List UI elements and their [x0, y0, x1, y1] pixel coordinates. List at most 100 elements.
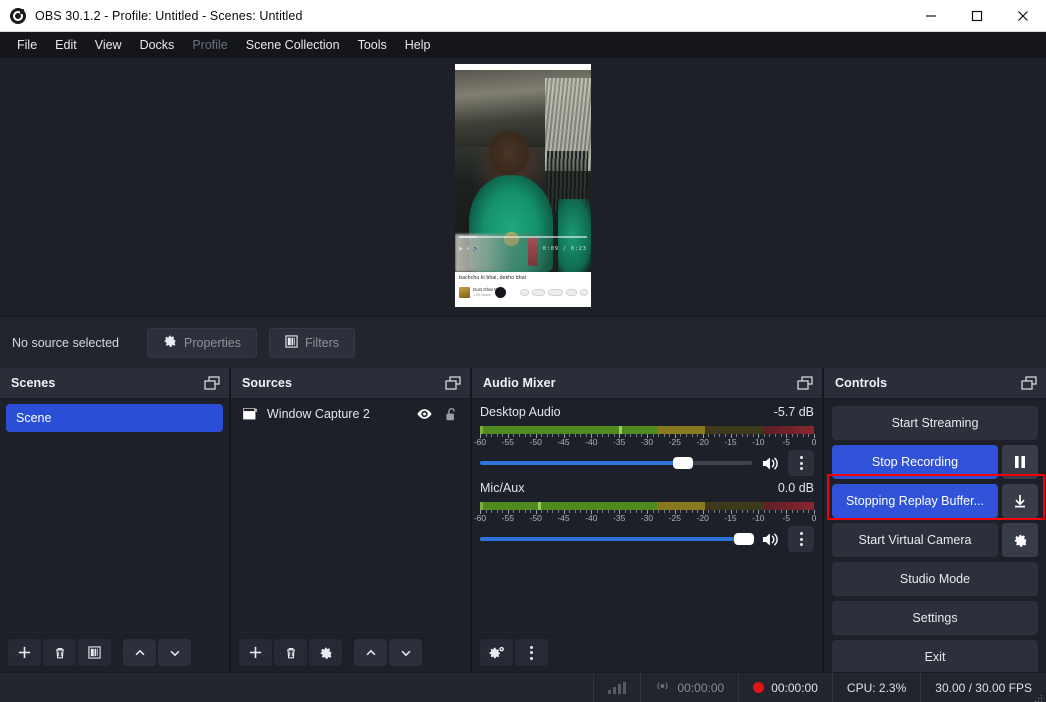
- scene-item[interactable]: Scene: [6, 404, 223, 432]
- preview-area[interactable]: ▶ ⏸ 🔊 0:09 / 0:23 bachchu ki bhai, dekho…: [0, 58, 1046, 316]
- remove-source-button[interactable]: [274, 639, 307, 666]
- start-streaming-button[interactable]: Start Streaming: [832, 406, 1038, 440]
- move-scene-up-button[interactable]: [123, 639, 156, 666]
- save-replay-button[interactable]: [1002, 484, 1038, 518]
- add-source-button[interactable]: [239, 639, 272, 666]
- track-db-value: -5.7 dB: [773, 405, 814, 419]
- status-stream-cell: 00:00:00: [640, 672, 738, 702]
- mute-toggle-icon[interactable]: [759, 455, 781, 472]
- sources-list[interactable]: Window Capture 2: [231, 399, 470, 632]
- volume-slider[interactable]: [480, 527, 754, 551]
- meter-tick-label: -55: [501, 437, 514, 447]
- minimize-button[interactable]: [908, 0, 954, 32]
- move-scene-down-button[interactable]: [158, 639, 191, 666]
- sources-float-icon[interactable]: [445, 376, 461, 390]
- meter-tick-minor: [808, 434, 810, 437]
- exit-row: Exit: [832, 640, 1038, 672]
- track-menu-button[interactable]: [788, 450, 814, 476]
- meter-tick-label: -30: [640, 437, 654, 447]
- meter-tick-minor: [685, 510, 687, 513]
- controls-float-icon[interactable]: [1021, 376, 1037, 390]
- meter-tick-minor: [596, 434, 598, 437]
- studio-mode-button[interactable]: Studio Mode: [832, 562, 1038, 596]
- replay-buffer-button[interactable]: Stopping Replay Buffer...: [832, 484, 998, 518]
- meter-tick-minor: [513, 434, 515, 437]
- source-toolbar: No source selected Properties Filters: [0, 316, 1046, 368]
- eye-icon[interactable]: [415, 408, 433, 420]
- action-pill-clip: [566, 289, 577, 296]
- preview-canvas[interactable]: ▶ ⏸ 🔊 0:09 / 0:23 bachchu ki bhai, dekho…: [455, 64, 591, 307]
- lock-open-icon[interactable]: [442, 407, 460, 422]
- meter-tick-minor: [491, 434, 493, 437]
- meter-tick-label: -50: [529, 437, 542, 447]
- maximize-button[interactable]: [954, 0, 1000, 32]
- menu-tools[interactable]: Tools: [349, 35, 396, 55]
- meter-peak-marker: [618, 426, 622, 434]
- meter-tick-label: -40: [585, 437, 598, 447]
- meter-tick-minor: [680, 510, 682, 513]
- mixer-tracks: Desktop Audio -5.7 dB -60 -55 -50 -45 -40 -35…: [472, 399, 822, 632]
- virtual-camera-row: Start Virtual Camera: [832, 523, 1038, 557]
- meter-scale: -60 -55 -50 -45 -40 -35 -30 -25 -20 -15 -10 -5 0: [474, 434, 816, 447]
- menu-view[interactable]: View: [86, 35, 131, 55]
- exit-button[interactable]: Exit: [832, 640, 1038, 672]
- meter-tick-minor: [652, 510, 654, 513]
- vertical-dots-icon: [799, 532, 803, 546]
- secondary-avatar: [495, 287, 506, 298]
- volume-slider[interactable]: [480, 451, 752, 475]
- move-source-up-button[interactable]: [354, 639, 387, 666]
- properties-button[interactable]: Properties: [147, 327, 257, 358]
- menu-edit[interactable]: Edit: [46, 35, 86, 55]
- obs-main-window: OBS 30.1.2 - Profile: Untitled - Scenes:…: [0, 0, 1046, 702]
- meter-tick-minor: [630, 510, 632, 513]
- meter-tick-minor: [624, 510, 626, 513]
- meter-tick-label: -20: [696, 513, 709, 523]
- meter-floor-marker: [480, 426, 483, 434]
- advanced-audio-properties-button[interactable]: [480, 639, 513, 666]
- move-source-down-button[interactable]: [389, 639, 422, 666]
- meter-tick-minor: [491, 510, 493, 513]
- action-pill-like: [520, 289, 529, 296]
- resize-grip[interactable]: [1034, 690, 1043, 702]
- scenes-float-icon[interactable]: [204, 376, 220, 390]
- menu-docks[interactable]: Docks: [131, 35, 184, 55]
- mixer-float-icon[interactable]: [797, 376, 813, 390]
- replay-buffer-row: Stopping Replay Buffer...: [832, 484, 1038, 518]
- meter-tick-minor: [713, 434, 715, 437]
- source-item[interactable]: Window Capture 2: [231, 399, 470, 429]
- start-virtual-camera-button[interactable]: Start Virtual Camera: [832, 523, 998, 557]
- meter-tick-minor: [546, 434, 548, 437]
- add-scene-button[interactable]: [8, 639, 41, 666]
- scenes-list[interactable]: Scene: [0, 399, 229, 632]
- filters-label: Filters: [305, 335, 340, 350]
- meter-floor-marker: [480, 502, 483, 510]
- meter-tick-minor: [569, 434, 571, 437]
- settings-button[interactable]: Settings: [832, 601, 1038, 635]
- track-menu-button[interactable]: [788, 526, 814, 552]
- meter-tick-minor: [546, 510, 548, 513]
- stop-recording-button[interactable]: Stop Recording: [832, 445, 998, 479]
- mute-toggle-icon[interactable]: [759, 531, 781, 548]
- meter-tick-minor: [797, 510, 799, 513]
- scenes-title: Scenes: [11, 376, 56, 390]
- dock-row: Scenes Scene Sources Window Capture 2 Au…: [0, 368, 1046, 672]
- scenes-dock-header: Scenes: [0, 368, 229, 399]
- meter-tick-minor: [769, 510, 771, 513]
- meter-tick-minor: [802, 510, 804, 513]
- scene-filters-button[interactable]: [78, 639, 111, 666]
- menu-help[interactable]: Help: [396, 35, 440, 55]
- filters-button[interactable]: Filters: [269, 327, 356, 358]
- virtual-camera-settings-button[interactable]: [1002, 523, 1038, 557]
- meter-tick-minor: [518, 510, 520, 513]
- mixer-menu-button[interactable]: [515, 639, 548, 666]
- remove-scene-button[interactable]: [43, 639, 76, 666]
- meter-tick-minor: [685, 434, 687, 437]
- menu-scene-collection[interactable]: Scene Collection: [237, 35, 349, 55]
- pause-icon: [1015, 456, 1025, 468]
- meter-tick-minor: [719, 510, 721, 513]
- pause-recording-button[interactable]: [1002, 445, 1038, 479]
- source-properties-button[interactable]: [309, 639, 342, 666]
- close-button[interactable]: [1000, 0, 1046, 32]
- menu-file[interactable]: File: [8, 35, 46, 55]
- meter-tick-minor: [658, 434, 660, 437]
